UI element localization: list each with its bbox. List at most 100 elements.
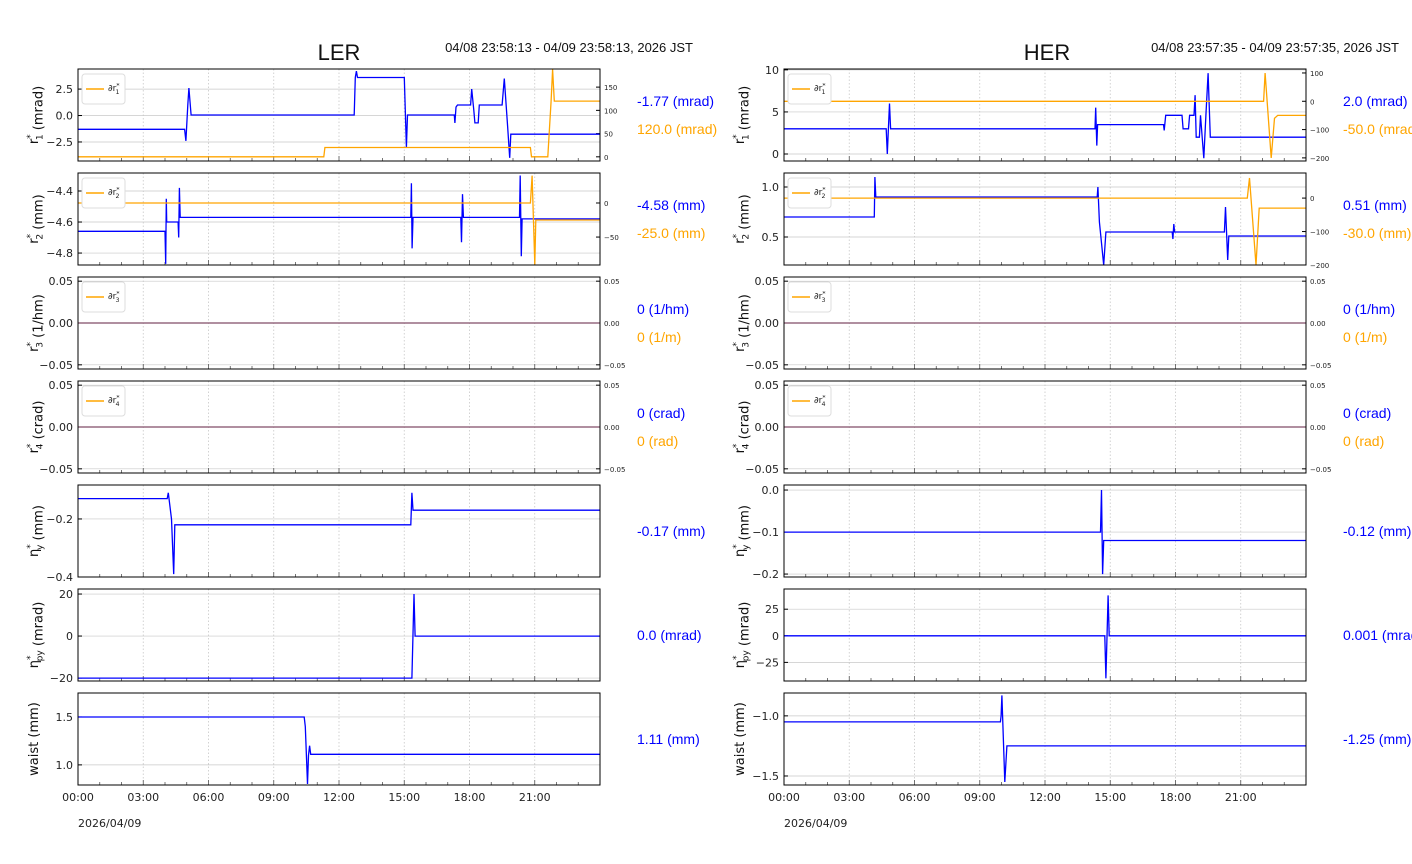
legend: ∂r* 1 <box>787 73 832 105</box>
y2-tick-label: −200 <box>1310 262 1329 270</box>
y2-tick-label: 0.05 <box>1310 382 1326 390</box>
x-tick-label: 18:00 <box>1160 791 1192 804</box>
current-value-primary: -0.12 (mm) <box>1343 523 1411 539</box>
current-value-primary: 0.001 (mrad) <box>1343 627 1412 643</box>
panel-waist: 1.5 1.0 waist (mm) 1.11 (mm) <box>27 692 700 786</box>
current-value-secondary: 0 (rad) <box>1343 433 1384 449</box>
label-sub: 2 <box>821 193 825 200</box>
y-tick-label: 0 <box>772 630 779 643</box>
x-axis-date: 2026/04/09 <box>784 817 847 830</box>
legend: ∂r* 3 <box>787 281 832 313</box>
current-value-secondary: 120.0 (mrad) <box>637 121 717 137</box>
time-range: 04/08 23:57:35 - 04/09 23:57:35, 2026 JS… <box>1151 40 1399 55</box>
y-tick-label: −4.4 <box>46 185 73 198</box>
current-value-secondary: -25.0 (mm) <box>637 225 705 241</box>
label-unit: (mm) <box>738 505 753 545</box>
y-tick-label: 5 <box>772 106 779 119</box>
y2-tick-label: 0.05 <box>604 278 620 286</box>
x-tick-label: 06:00 <box>899 791 931 804</box>
time-range: 04/08 23:58:13 - 04/09 23:58:13, 2026 JS… <box>445 40 693 55</box>
y2-tick-label: −100 <box>1310 229 1329 237</box>
x-tick-label: 21:00 <box>1225 791 1257 804</box>
label-unit: (mm) <box>738 194 753 234</box>
label-unit: (crad) <box>738 401 753 444</box>
label-sub: py <box>36 650 46 662</box>
current-value-primary: 0.0 (mrad) <box>637 627 702 643</box>
y2-tick-label: −50 <box>604 234 619 242</box>
y-tick-label: 0.00 <box>755 421 780 434</box>
y2-tick-label: 0.00 <box>1310 320 1326 328</box>
x-tick-label: 00:00 <box>62 791 94 804</box>
y2-tick-label: 0 <box>1310 98 1314 106</box>
label-symbol: waist <box>27 742 42 776</box>
current-value-secondary: 0 (1/m) <box>1343 329 1387 345</box>
y-axis-label: waist (mm) <box>27 702 42 776</box>
current-value-secondary: -50.0 (mrad) <box>1343 121 1412 137</box>
y-tick-label: 0.0 <box>762 484 780 497</box>
label-unit: (mrad) <box>32 602 47 651</box>
label-sub: 2 <box>115 193 119 200</box>
current-value-secondary: 0 (1/m) <box>637 329 681 345</box>
y-tick-label: −1.5 <box>752 770 779 783</box>
y-axis-label: r*4 (crad) <box>26 401 47 454</box>
y-tick-label: 0.05 <box>49 275 74 288</box>
x-tick-label: 03:00 <box>127 791 159 804</box>
y2-tick-label: 50 <box>604 131 613 139</box>
y-axis-label: r*3 (1/hm) <box>26 294 47 352</box>
y-tick-label: 10 <box>765 64 779 77</box>
y2-tick-label: 100 <box>1310 70 1323 78</box>
x-tick-label: 00:00 <box>768 791 800 804</box>
y2-tick-label: 0.05 <box>604 382 620 390</box>
current-value-secondary: 0 (rad) <box>637 433 678 449</box>
y-tick-label: 0.05 <box>755 379 780 392</box>
y2-tick-label: 150 <box>604 84 617 92</box>
x-tick-label: 12:00 <box>1029 791 1061 804</box>
legend: ∂r* 4 <box>787 385 832 417</box>
label-unit: (crad) <box>32 401 47 444</box>
y2-tick-label: 0 <box>604 154 608 162</box>
y-tick-label: −0.05 <box>745 463 779 476</box>
legend: ∂r* 2 <box>787 177 832 209</box>
y-axis-label: r*1 (mrad) <box>26 86 47 144</box>
current-value-secondary: -30.0 (mm) <box>1343 225 1411 241</box>
label-sub: py <box>742 650 752 662</box>
y-tick-label: −0.05 <box>39 359 73 372</box>
y-axis-label: η*py (mrad) <box>26 602 47 669</box>
y-tick-label: 0.0 <box>56 110 74 123</box>
current-value-primary: 0.51 (mm) <box>1343 197 1407 213</box>
y-axis-label: η*py (mrad) <box>732 602 753 669</box>
y2-tick-label: −100 <box>1310 127 1329 135</box>
current-value-primary: -1.25 (mm) <box>1343 731 1411 747</box>
y-tick-label: 0.05 <box>755 275 780 288</box>
panel-eta-py: 20 0 −20η*py (mrad) 0.0 (mrad) <box>26 588 702 685</box>
y-tick-label: 2.5 <box>56 83 74 96</box>
current-value-primary: 2.0 (mrad) <box>1343 93 1408 109</box>
legend: ∂r* 2 <box>81 177 126 209</box>
y-tick-label: −0.4 <box>46 571 73 584</box>
y-tick-label: −0.05 <box>39 463 73 476</box>
y2-tick-label: 100 <box>604 107 617 115</box>
panel-r1: 10 5 0 r*1 (mrad) 100 0 −100 −200 ∂r* 1 2.0 (mrad)… <box>732 64 1412 163</box>
y2-tick-label: 0.00 <box>604 424 620 432</box>
y-tick-label: 1.0 <box>56 759 74 772</box>
y-tick-label: −1.0 <box>752 710 779 723</box>
y-tick-label: 25 <box>765 603 779 616</box>
label-unit: (1/hm) <box>738 294 753 342</box>
y-tick-label: −0.2 <box>46 513 73 526</box>
x-tick-label: 21:00 <box>519 791 551 804</box>
legend: ∂r* 3 <box>81 281 126 313</box>
label-sub: 3 <box>115 297 119 304</box>
chart-title: HER <box>1024 40 1070 65</box>
y-tick-label: −0.05 <box>745 359 779 372</box>
x-tick-label: 18:00 <box>454 791 486 804</box>
panel-r1: 2.5 0.0 −2.5r*1 (mrad) 150 100 50 0 ∂r* 1 -1.77 (… <box>26 68 717 162</box>
panel-r3: 0.050.00−0.05r*3 (1/hm)0.050.00−0.05∂r* 3… <box>26 275 689 372</box>
y-tick-label: 0.5 <box>762 231 780 244</box>
y-axis-label: r*2 (mm) <box>732 194 753 243</box>
y2-tick-label: −0.05 <box>604 362 625 370</box>
y-axis-label: r*4 (crad) <box>732 401 753 454</box>
y-tick-label: 1.5 <box>56 711 74 724</box>
y-tick-label: 0 <box>772 148 779 161</box>
y2-tick-label: −0.05 <box>1310 362 1331 370</box>
y-axis-label: r*3 (1/hm) <box>732 294 753 352</box>
